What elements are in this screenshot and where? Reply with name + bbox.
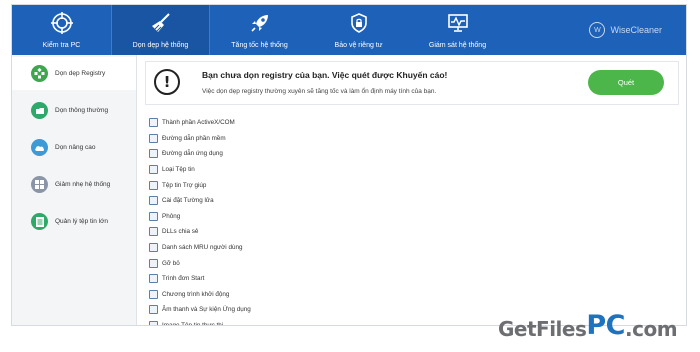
nav-tab-label: Giám sát hệ thống [428, 42, 487, 49]
nav-tab-label: Tăng tốc hệ thống [231, 42, 288, 49]
registry-category-icon [149, 243, 158, 253]
main-panel: ! Bạn chưa dọn registry của bạn. Việc qu… [137, 55, 686, 326]
wisecleaner-logo-icon: W [589, 22, 606, 38]
rocket-icon [249, 9, 271, 37]
registry-item-row[interactable]: Gỡ bỏ [149, 255, 251, 271]
registry-item-row[interactable]: Trình đơn Start [149, 271, 251, 287]
registry-item-row[interactable]: Thành phần ActiveX/COM [149, 115, 251, 131]
sidebar-item-label: Quản lý tệp tin lớn [55, 218, 109, 225]
cloud-icon [31, 139, 48, 156]
folder-clean-icon [31, 102, 48, 119]
nav-tab-pc-checkup[interactable]: Kiểm tra PC [12, 5, 111, 55]
target-icon [50, 9, 73, 37]
alert-icon: ! [154, 69, 180, 95]
nav-tab-privacy-protector[interactable]: Bảo vệ riêng tư [309, 5, 408, 55]
sidebar: Dọn dẹp Registry Dọn thông thường Dọn nâ… [12, 55, 137, 325]
file-icon [31, 213, 48, 230]
registry-item-label: DLLs chia sẻ [162, 228, 199, 236]
registry-item-label: Phông [162, 212, 181, 220]
nav-tab-system-monitor[interactable]: Giám sát hệ thống [408, 5, 507, 55]
registry-category-icon [149, 149, 158, 159]
registry-category-icon [149, 180, 158, 190]
nav-tab-label: Dọn dẹp hệ thống [132, 42, 189, 49]
registry-item-row[interactable]: Tệp tin Trợ giúp [149, 177, 251, 193]
registry-item-label: Tệp tin Trợ giúp [162, 181, 207, 189]
registry-item-label: Âm thanh và Sự kiện Ứng dụng [162, 306, 251, 314]
sidebar-item-registry-cleaner[interactable]: Dọn dẹp Registry [12, 57, 136, 90]
registry-icon [31, 65, 48, 82]
registry-item-label: Cài đặt Tường lửa [162, 197, 214, 205]
registry-category-icon [149, 211, 158, 221]
top-nav-bar: Kiểm tra PC Dọn dẹp hệ thống Tăng tốc hệ… [12, 5, 686, 55]
registry-category-icon [149, 321, 158, 325]
sidebar-item-label: Dọn thông thường [55, 107, 109, 114]
banner-title: Bạn chưa dọn registry của bạn. Việc quét… [202, 70, 448, 80]
registry-item-row[interactable]: Đường dẫn phần mềm [149, 131, 251, 147]
sidebar-item-large-files[interactable]: Quản lý tệp tin lớn [12, 205, 136, 238]
registry-category-icon [149, 289, 158, 299]
registry-item-row[interactable]: Chương trình khởi động [149, 287, 251, 303]
registry-category-icon [149, 274, 158, 284]
broom-icon [150, 9, 172, 37]
registry-item-label: Danh sách MRU người dùng [162, 244, 243, 252]
registry-category-icon [149, 196, 158, 206]
getfilespc-watermark: GetFiles PC .com [498, 301, 678, 341]
shield-lock-icon [348, 9, 370, 37]
registry-category-icon [149, 133, 158, 143]
registry-item-label: Gỡ bỏ [162, 259, 180, 267]
nav-tab-system-tuneup[interactable]: Tăng tốc hệ thống [210, 5, 309, 55]
nav-tab-label: Bảo vệ riêng tư [334, 42, 383, 49]
registry-category-icon [149, 227, 158, 237]
registry-item-label: Chương trình khởi động [162, 290, 230, 298]
registry-item-row[interactable]: DLLs chia sẻ [149, 224, 251, 240]
sidebar-item-label: Dọn nâng cao [55, 144, 96, 151]
scan-button[interactable]: Quét [588, 70, 664, 95]
registry-item-row[interactable]: Cài đặt Tường lửa [149, 193, 251, 209]
registry-item-row[interactable]: Image Tệp tin thực thi [149, 318, 251, 326]
watermark-text-getfiles: GetFiles [498, 317, 587, 341]
registry-item-row[interactable]: Âm thanh và Sự kiện Ứng dụng [149, 302, 251, 318]
registry-category-icon [149, 258, 158, 268]
registry-item-label: Image Tệp tin thực thi [162, 322, 224, 326]
sidebar-item-advanced-cleaner[interactable]: Dọn nâng cao [12, 131, 136, 164]
brand-logo: W WiseCleaner [589, 5, 686, 55]
brand-name: WiseCleaner [610, 25, 662, 35]
registry-item-label: Đường dẫn phần mềm [162, 134, 226, 142]
registry-category-icon [149, 118, 158, 128]
wise-care-window: Kiểm tra PC Dọn dẹp hệ thống Tăng tốc hệ… [11, 4, 687, 326]
monitor-icon [447, 9, 469, 37]
registry-category-icon [149, 305, 158, 315]
sidebar-item-common-cleaner[interactable]: Dọn thông thường [12, 94, 136, 127]
watermark-text-com: .com [625, 317, 678, 341]
sidebar-item-label: Giảm nhẹ hệ thống [55, 181, 111, 188]
registry-item-row[interactable]: Loại Tệp tin [149, 162, 251, 178]
registry-item-row[interactable]: Đường dẫn ứng dụng [149, 146, 251, 162]
nav-tab-label: Kiểm tra PC [42, 42, 81, 49]
registry-item-label: Thành phần ActiveX/COM [162, 119, 235, 127]
sidebar-item-label: Dọn dẹp Registry [55, 70, 106, 77]
windows-icon [31, 176, 48, 193]
registry-item-label: Đường dẫn ứng dụng [162, 150, 223, 158]
registry-status-banner: ! Bạn chưa dọn registry của bạn. Việc qu… [145, 61, 679, 105]
registry-item-label: Trình đơn Start [162, 275, 205, 283]
sidebar-item-system-slimming[interactable]: Giảm nhẹ hệ thống [12, 168, 136, 201]
registry-item-row[interactable]: Danh sách MRU người dùng [149, 240, 251, 256]
registry-item-label: Loại Tệp tin [162, 166, 195, 174]
registry-item-row[interactable]: Phông [149, 209, 251, 225]
registry-category-icon [149, 165, 158, 175]
registry-items-list: Thành phần ActiveX/COM Đường dẫn phần mềm… [149, 115, 251, 326]
watermark-text-pc: PC [586, 310, 625, 341]
banner-subtitle: Việc dọn dẹp registry thường xuyên sẽ tă… [202, 88, 437, 95]
nav-tab-system-cleaner[interactable]: Dọn dẹp hệ thống [111, 5, 210, 55]
